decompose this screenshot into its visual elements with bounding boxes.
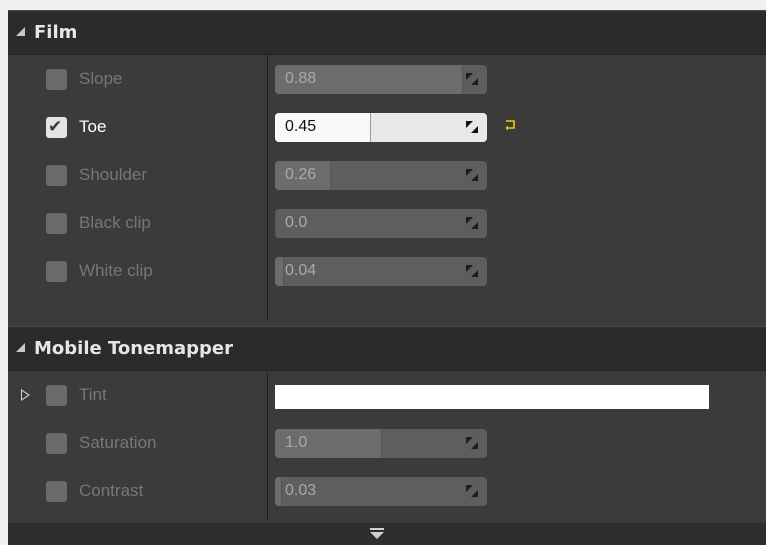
reset-arrow-icon[interactable] [505,119,517,131]
drag-arrows-icon[interactable] [465,436,479,450]
film-category-header[interactable]: Film [8,10,766,55]
field-value: 0.0 [285,214,308,231]
property-label: Saturation [79,433,157,452]
override-checkbox[interactable] [46,481,67,502]
property-row-shoulder: Shoulder 0.26 [8,152,766,198]
field-value: 0.45 [285,118,317,135]
toe-slider-field[interactable]: 0.45 [275,113,487,142]
property-row-tint: Tint [8,372,766,418]
property-label: Tint [79,385,107,404]
property-row-black-clip: Black clip 0.0 [8,200,766,246]
override-checkbox[interactable] [46,385,67,406]
drag-arrows-icon[interactable] [465,484,479,498]
slider-fill [275,477,283,506]
drag-arrows-icon[interactable] [465,264,479,278]
property-label: White clip [79,261,153,280]
mobile-tonemapper-category-header[interactable]: Mobile Tonemapper [8,326,766,371]
override-checkbox[interactable] [46,165,67,186]
checkmark-icon: ✔ [48,117,63,137]
property-row-white-clip: White clip 0.04 [8,248,766,294]
override-checkbox[interactable] [46,261,67,282]
slider-fill [275,257,285,286]
slider-fill [275,209,276,238]
drag-arrows-icon[interactable] [465,216,479,230]
field-value: 0.03 [285,482,317,499]
slope-slider-field[interactable]: 0.88 [275,65,487,94]
property-row-contrast: Contrast 0.03 [8,468,766,514]
drag-arrows-icon[interactable] [465,72,479,86]
category-title: Film [34,22,78,43]
drag-arrows-icon[interactable] [465,120,479,134]
shoulder-slider-field[interactable]: 0.26 [275,161,487,190]
field-value: 1.0 [285,434,308,451]
collapse-triangle-icon[interactable] [16,343,25,352]
expand-triangle-icon[interactable] [21,389,30,401]
override-checkbox[interactable] [46,69,67,90]
saturation-slider-field[interactable]: 1.0 [275,429,487,458]
override-checkbox[interactable] [46,433,67,454]
property-row-saturation: Saturation 1.0 [8,420,766,466]
override-checkbox[interactable] [46,213,67,234]
property-label: Black clip [79,213,151,232]
contrast-slider-field[interactable]: 0.03 [275,477,487,506]
black-clip-slider-field[interactable]: 0.0 [275,209,487,238]
white-clip-slider-field[interactable]: 0.04 [275,257,487,286]
override-checkbox[interactable]: ✔ [46,117,67,138]
details-panel: Film Slope 0.88 ✔ Toe 0.45 Shoulder 0.26… [8,10,766,545]
tint-color-swatch[interactable] [275,385,709,409]
chevron-down-icon[interactable] [369,527,385,541]
property-label: Shoulder [79,165,148,184]
property-row-toe: ✔ Toe 0.45 [8,104,766,150]
property-label: Contrast [79,481,144,500]
property-label: Slope [79,69,123,88]
drag-arrows-icon[interactable] [465,168,479,182]
collapse-triangle-icon[interactable] [16,27,25,36]
category-title: Mobile Tonemapper [34,338,234,359]
property-row-slope: Slope 0.88 [8,56,766,102]
property-label: Toe [79,117,107,136]
field-value: 0.88 [285,70,317,87]
field-value: 0.26 [285,166,317,183]
field-value: 0.04 [285,262,317,279]
advanced-expander-bar[interactable] [8,523,766,545]
